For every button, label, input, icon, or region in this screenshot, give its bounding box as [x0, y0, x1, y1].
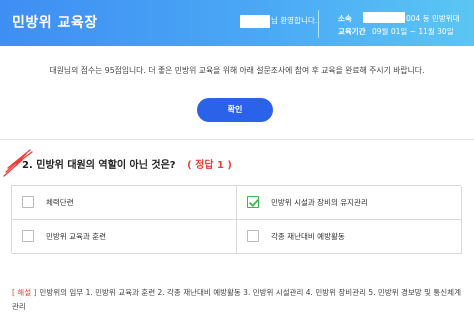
period-label: 교육기간: [338, 27, 366, 36]
option-2[interactable]: 민방위 시설과 장비의 유지관리: [237, 186, 462, 220]
option-4-label: 각종 재난대비 예방활동: [271, 232, 345, 241]
period-row: 교육기간 09월 01일 ~ 11월 30일: [338, 26, 454, 37]
option-2-label: 민방위 시설과 장비의 유지관리: [271, 198, 368, 207]
header-divider: [318, 10, 319, 38]
question-number: 2.: [22, 160, 33, 171]
score-notice: 대원님의 점수는 95점입니다. 더 좋은 민방위 교육을 위해 아래 설문조사…: [49, 66, 425, 75]
option-1-label: 체력단련: [46, 198, 74, 207]
option-4[interactable]: 각종 재난대비 예방활동: [237, 220, 462, 254]
greeting-text: 님 환영합니다.: [271, 16, 318, 25]
option-3-checkbox[interactable]: [22, 230, 34, 242]
explanation-text: 민방위의 임무 1. 민방위 교육과 훈련 2. 각종 재난대비 예방활동 3.…: [12, 288, 461, 311]
explanation-tag: [ 해설 ]: [12, 288, 37, 297]
affiliation-value: 004 동 민방위대: [406, 14, 460, 23]
option-1-checkbox[interactable]: [22, 196, 34, 208]
app-title: 민방위 교육장: [12, 15, 98, 31]
option-4-checkbox[interactable]: [247, 230, 259, 242]
redacted-username: [240, 15, 270, 28]
option-2-checkbox[interactable]: [247, 196, 259, 208]
option-3[interactable]: 민방위 교육과 훈련: [12, 220, 237, 254]
period-value: 09월 01일 ~ 11월 30일: [372, 27, 454, 36]
options-grid: 체력단련 민방위 시설과 장비의 유지관리 민방위 교육과 훈련 각종 재난대비…: [11, 185, 462, 254]
question-title: 2. 민방위 대원의 역할이 아닌 것은? ( 정답 1 ): [22, 156, 232, 171]
section-divider: [0, 139, 474, 140]
explanation: [ 해설 ] 민방위의 임무 1. 민방위 교육과 훈련 2. 각종 재난대비 예…: [12, 286, 462, 314]
top-header: 민방위 교육장 님 환영합니다. 소속 004 동 민방위대 교육기간 09월 01…: [0, 0, 474, 46]
answer-label: ( 정답 1 ): [187, 160, 233, 171]
option-1[interactable]: 체력단련: [12, 186, 237, 220]
confirm-button[interactable]: 확인: [197, 98, 273, 122]
question-text: 민방위 대원의 역할이 아닌 것은?: [36, 160, 176, 171]
affiliation-label: 소속: [338, 14, 352, 23]
check-icon: [249, 199, 259, 207]
redacted-affiliation: [363, 12, 405, 23]
affiliation-row: 소속 004 동 민방위대: [338, 12, 460, 24]
option-3-label: 민방위 교육과 훈련: [46, 232, 106, 241]
